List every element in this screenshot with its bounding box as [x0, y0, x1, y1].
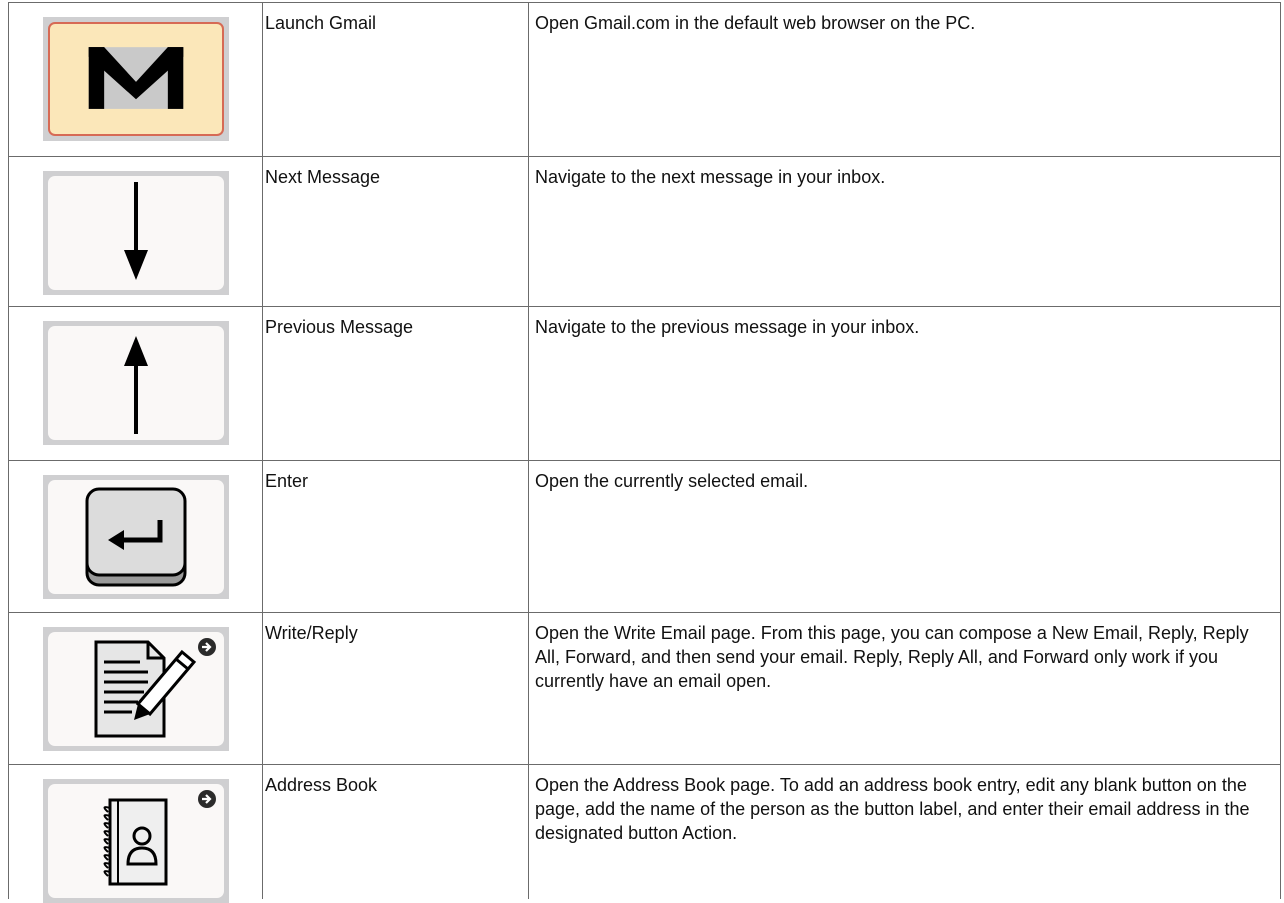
- write-reply-button[interactable]: [43, 627, 229, 751]
- icon-cell: [8, 764, 263, 903]
- row-name: Enter: [262, 460, 529, 613]
- table-row: Address Book Open the Address Book page.…: [8, 764, 1281, 903]
- enter-button[interactable]: [43, 475, 229, 599]
- button-reference-table: Launch Gmail Open Gmail.com in the defau…: [8, 2, 1281, 903]
- address-book-button[interactable]: [43, 779, 229, 903]
- row-description: Open the Write Email page. From this pag…: [528, 612, 1281, 765]
- envelope-icon: [88, 47, 184, 109]
- icon-cell: [8, 2, 263, 157]
- row-description: Navigate to the previous message in your…: [528, 306, 1281, 461]
- icon-cell: [8, 156, 263, 307]
- table-row: Write/Reply Open the Write Email page. F…: [8, 612, 1281, 765]
- row-name: Next Message: [262, 156, 529, 307]
- table-row: Launch Gmail Open Gmail.com in the defau…: [8, 2, 1281, 157]
- icon-cell: [8, 460, 263, 613]
- table-row: Enter Open the currently selected email.: [8, 460, 1281, 613]
- launch-gmail-button[interactable]: [43, 17, 229, 141]
- arrow-right-circle-icon: [198, 790, 216, 808]
- arrow-up-icon: [124, 336, 148, 434]
- row-name: Write/Reply: [262, 612, 529, 765]
- row-description: Open the Address Book page. To add an ad…: [528, 764, 1281, 899]
- icon-cell: [8, 612, 263, 765]
- arrow-down-icon: [124, 182, 148, 280]
- row-name: Previous Message: [262, 306, 529, 461]
- table-row: Previous Message Navigate to the previou…: [8, 306, 1281, 461]
- row-name: Launch Gmail: [262, 2, 529, 157]
- row-name: Address Book: [262, 764, 529, 899]
- row-description: Navigate to the next message in your inb…: [528, 156, 1281, 307]
- enter-key-icon: [85, 487, 187, 587]
- row-description: Open the currently selected email.: [528, 460, 1281, 613]
- next-message-button[interactable]: [43, 171, 229, 295]
- table-row: Next Message Navigate to the next messag…: [8, 156, 1281, 307]
- previous-message-button[interactable]: [43, 321, 229, 445]
- arrow-right-circle-icon: [198, 638, 216, 656]
- row-description: Open Gmail.com in the default web browse…: [528, 2, 1281, 157]
- icon-cell: [8, 306, 263, 461]
